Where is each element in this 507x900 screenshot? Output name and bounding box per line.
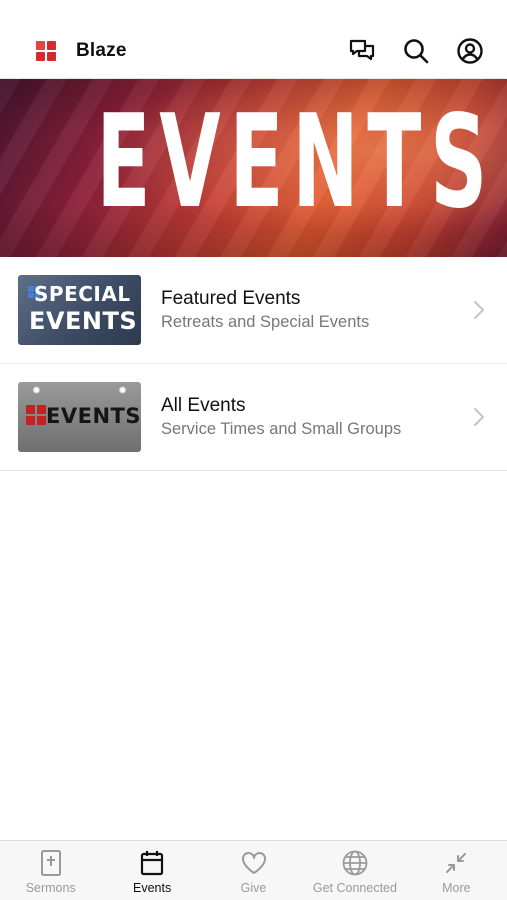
- collapse-arrows-icon: [442, 849, 470, 877]
- chat-button[interactable]: [347, 36, 377, 66]
- tab-give[interactable]: Give: [203, 841, 304, 900]
- banner-title: EVENTS: [96, 88, 496, 237]
- search-button[interactable]: [401, 36, 431, 66]
- stage-lights: [18, 385, 141, 395]
- profile-icon: [457, 38, 483, 64]
- row-text: Featured Events Retreats and Special Eve…: [161, 287, 469, 333]
- tab-label: Events: [133, 881, 172, 895]
- list-item-featured-events[interactable]: SPECIAL EVENTS Featured Events Retreats …: [0, 257, 507, 364]
- chevron-right-icon: [474, 408, 484, 426]
- chevron-right-icon: [474, 301, 484, 319]
- app-title: Blaze: [76, 40, 127, 61]
- search-icon: [404, 39, 429, 64]
- row-subtitle: Service Times and Small Groups: [161, 420, 402, 438]
- profile-button[interactable]: [455, 36, 485, 66]
- events-banner: EVENTS: [0, 79, 507, 257]
- tab-label: Get Connected: [312, 881, 397, 895]
- calendar-icon: [138, 849, 166, 877]
- thumbnail-logo: [26, 405, 46, 425]
- status-bar: [0, 0, 507, 24]
- app-header: Blaze: [0, 24, 507, 79]
- tab-events[interactable]: Events: [101, 841, 202, 900]
- globe-icon: [341, 849, 369, 877]
- row-title: All Events: [161, 395, 246, 416]
- all-events-thumbnail: EVENTS: [18, 382, 141, 452]
- tab-more[interactable]: More: [406, 841, 507, 900]
- thumbnail-text: EVENTS: [46, 404, 141, 428]
- list-item-all-events[interactable]: EVENTS All Events Service Times and Smal…: [0, 364, 507, 471]
- thumbnail-text-line1: SPECIAL: [34, 282, 131, 306]
- thumbnail-text-line2: EVENTS: [29, 307, 138, 335]
- chat-icon: [349, 39, 375, 61]
- bible-icon: [37, 849, 65, 877]
- tab-get-connected[interactable]: Get Connected: [304, 841, 405, 900]
- row-subtitle: Retreats and Special Events: [161, 313, 370, 331]
- header-actions: [347, 36, 485, 66]
- tab-label: Sermons: [25, 881, 76, 895]
- row-text: All Events Service Times and Small Group…: [161, 394, 469, 440]
- tab-label: Give: [240, 881, 267, 895]
- heart-icon: [240, 849, 268, 877]
- app-logo: [36, 41, 56, 61]
- tab-label: More: [442, 881, 471, 895]
- featured-events-thumbnail: SPECIAL EVENTS: [18, 275, 141, 345]
- row-title: Featured Events: [161, 288, 301, 309]
- tab-sermons[interactable]: Sermons: [0, 841, 101, 900]
- events-list: SPECIAL EVENTS Featured Events Retreats …: [0, 257, 507, 471]
- tab-bar: Sermons Events Give Get Connected More: [0, 840, 507, 900]
